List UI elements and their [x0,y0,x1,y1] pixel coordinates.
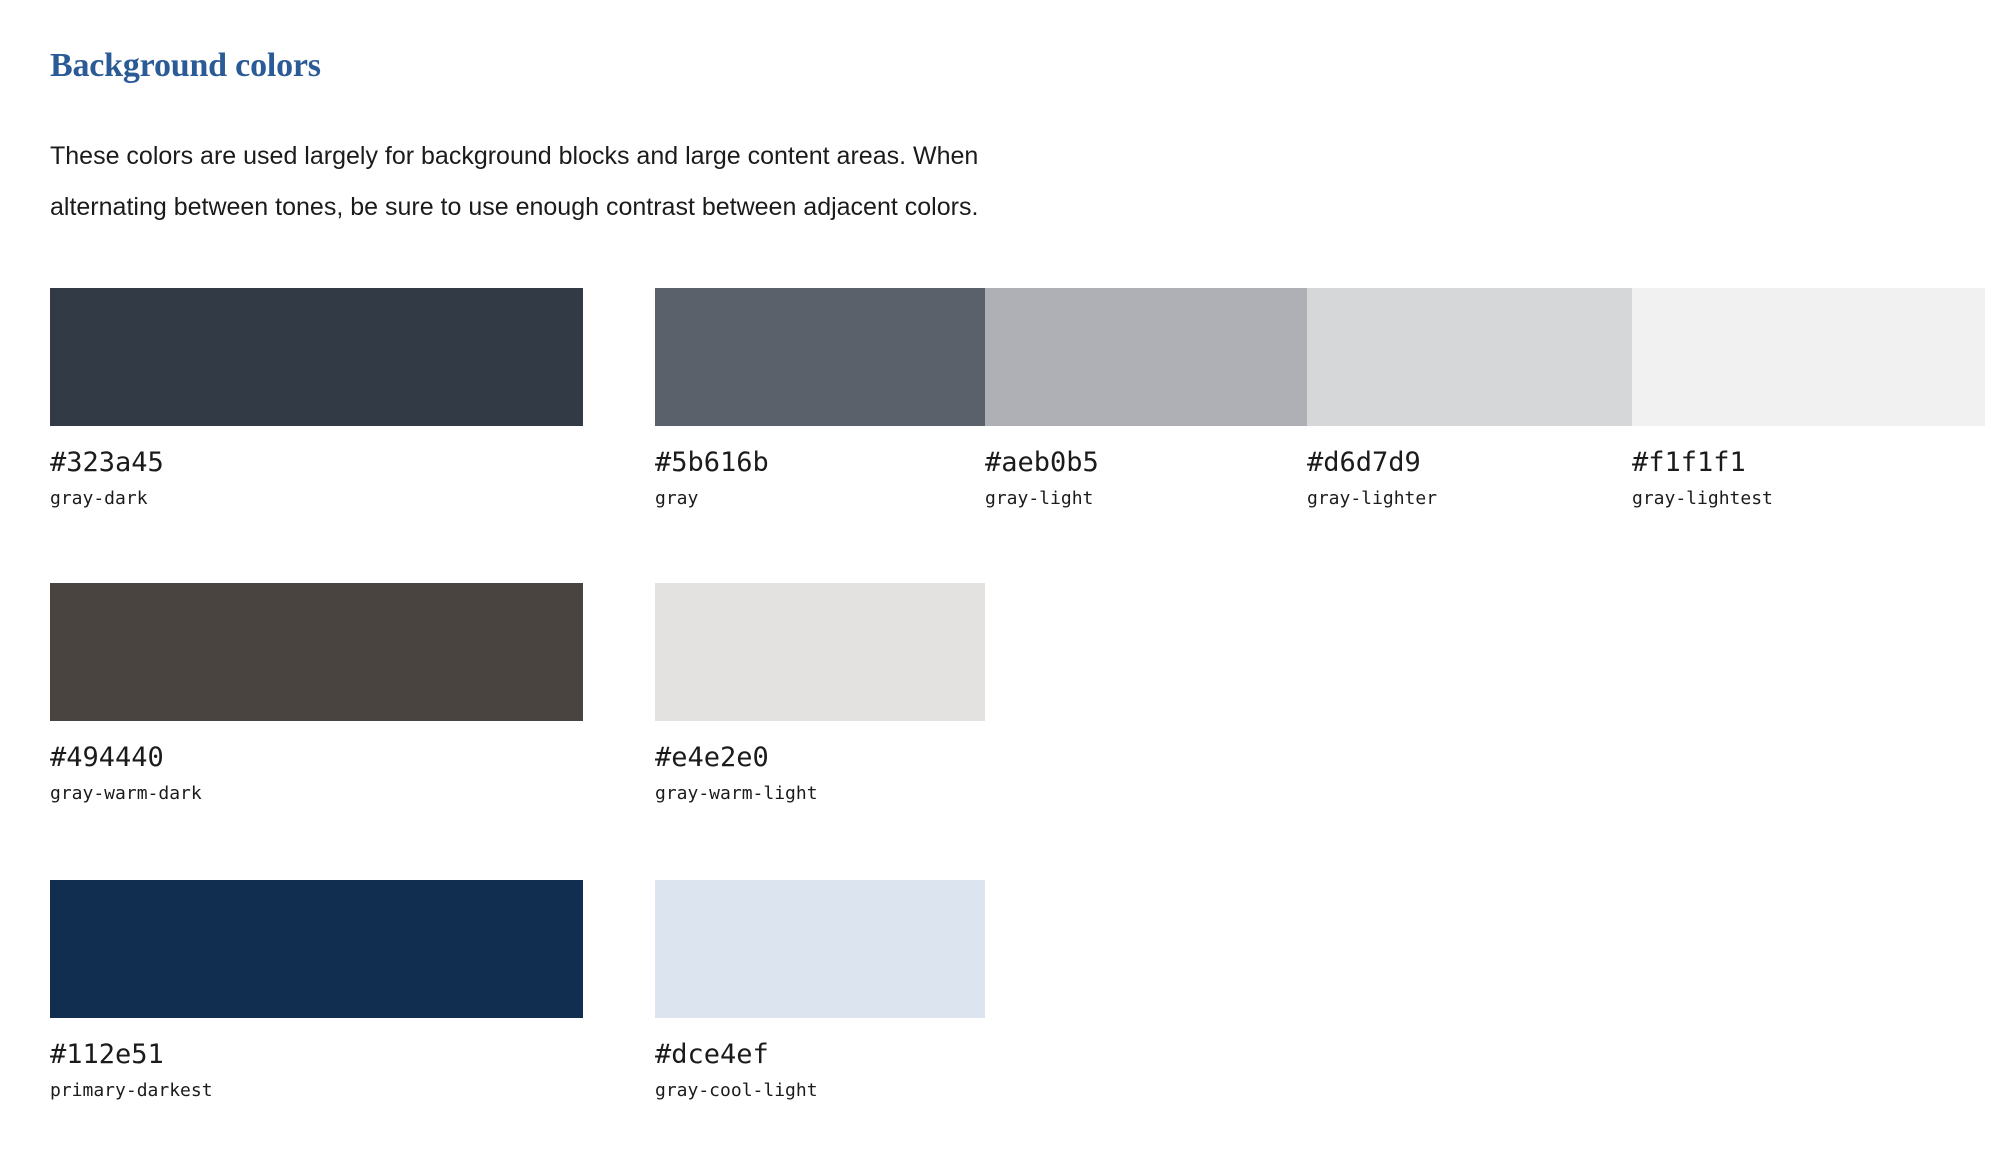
swatch-token-name: gray-warm-dark [50,783,202,804]
swatch-label-gray: #5b616b gray [655,447,985,510]
swatch-label-strip: #323a45 gray-dark [50,447,583,510]
color-swatch-gray-cool-light[interactable] [655,880,985,1018]
swatch-label-gray-warm-light: #e4e2e0 gray-warm-light [655,742,985,805]
swatch-label-primary-darkest: #112e51 primary-darkest [50,1039,583,1102]
color-swatch-gray-lightest[interactable] [1632,288,1985,426]
swatch-token-name: gray-dark [50,488,148,509]
swatch-label-gray-lighter: #d6d7d9 gray-lighter [1307,447,1632,510]
swatch-hex-value: #d6d7d9 [1307,447,1421,478]
swatch-hex-value: #dce4ef [655,1039,769,1070]
swatch-hex-value: #323a45 [50,447,164,478]
swatch-group-left: #323a45 gray-dark [50,288,583,510]
swatch-chip-strip [50,288,583,426]
color-swatch-gray-dark[interactable] [50,288,583,426]
color-swatch-grid: #323a45 gray-dark #5b616b gray #aeb0b5 gray-l… [0,0,1998,1154]
swatch-label-gray-cool-light: #dce4ef gray-cool-light [655,1039,985,1102]
swatch-token-name: gray-warm-light [655,783,818,804]
swatch-token-name: gray-cool-light [655,1080,818,1101]
swatch-group-right: #5b616b gray #aeb0b5 gray-light #d6d7d9 gray-… [655,288,1985,510]
color-swatch-gray-warm-dark[interactable] [50,583,583,721]
swatch-label-gray-light: #aeb0b5 gray-light [985,447,1307,510]
swatch-chip-strip [655,288,1985,426]
swatch-token-name: primary-darkest [50,1080,213,1101]
swatch-label-strip: #e4e2e0 gray-warm-light [655,742,985,805]
background-colors-page: Background colors These colors are used … [0,0,1998,1154]
color-swatch-gray-warm-light[interactable] [655,583,985,721]
swatch-hex-value: #e4e2e0 [655,742,769,773]
swatch-chip-strip [655,880,985,1018]
swatch-token-name: gray-lightest [1632,488,1773,509]
color-swatch-gray[interactable] [655,288,985,426]
swatch-group-right: #e4e2e0 gray-warm-light [655,583,985,805]
swatch-token-name: gray-lighter [1307,488,1438,509]
swatch-token-name: gray-light [985,488,1094,509]
swatch-label-strip: #dce4ef gray-cool-light [655,1039,985,1102]
swatch-label-gray-warm-dark: #494440 gray-warm-dark [50,742,583,805]
swatch-group-left: #494440 gray-warm-dark [50,583,583,805]
swatch-hex-value: #aeb0b5 [985,447,1099,478]
swatch-hex-value: #112e51 [50,1039,164,1070]
swatch-group-right: #dce4ef gray-cool-light [655,880,985,1102]
swatch-chip-strip [50,583,583,721]
color-swatch-primary-darkest[interactable] [50,880,583,1018]
swatch-chip-strip [50,880,583,1018]
swatch-group-left: #112e51 primary-darkest [50,880,583,1102]
swatch-label-gray-lightest: #f1f1f1 gray-lightest [1632,447,1985,510]
color-swatch-gray-lighter[interactable] [1307,288,1632,426]
swatch-hex-value: #f1f1f1 [1632,447,1746,478]
swatch-label-gray-dark: #323a45 gray-dark [50,447,583,510]
swatch-hex-value: #5b616b [655,447,769,478]
swatch-label-strip: #112e51 primary-darkest [50,1039,583,1102]
swatch-token-name: gray [655,488,699,509]
swatch-hex-value: #494440 [50,742,164,773]
swatch-chip-strip [655,583,985,721]
swatch-label-strip: #494440 gray-warm-dark [50,742,583,805]
color-swatch-gray-light[interactable] [985,288,1307,426]
swatch-label-strip: #5b616b gray #aeb0b5 gray-light #d6d7d9 gray-… [655,447,1985,510]
